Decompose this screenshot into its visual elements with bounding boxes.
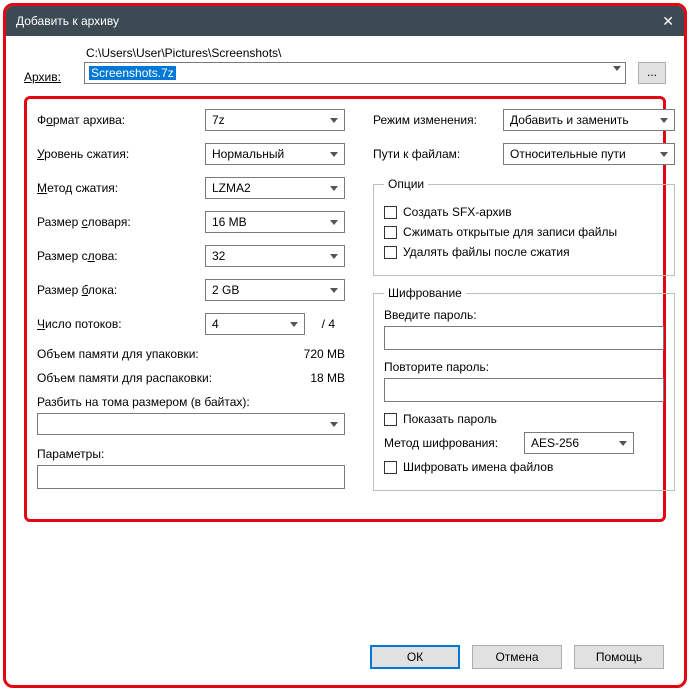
word-label: Размер слова: — [37, 249, 205, 263]
threads-max: / 4 — [311, 317, 335, 331]
format-label: Формат архива: — [37, 113, 205, 127]
delete-checkbox[interactable] — [384, 246, 397, 259]
chevron-down-icon — [330, 186, 338, 191]
options-legend: Опции — [384, 177, 428, 191]
titlebar: Добавить к архиву ✕ — [6, 6, 684, 36]
chevron-down-icon — [290, 322, 298, 327]
chevron-down-icon — [330, 288, 338, 293]
enc-names-label: Шифровать имена файлов — [403, 460, 553, 474]
threads-label: Число потоков: — [37, 317, 205, 331]
window-title: Добавить к архиву — [16, 14, 119, 28]
open-checkbox[interactable] — [384, 226, 397, 239]
archive-label: Архив: — [24, 70, 84, 84]
mem-pack-value: 720 MB — [304, 347, 345, 361]
help-button[interactable]: Помощь — [574, 645, 664, 669]
show-pw-label: Показать пароль — [403, 412, 497, 426]
encryption-fieldset: Шифрование Введите пароль: Повторите пар… — [373, 286, 675, 491]
word-select[interactable]: 32 — [205, 245, 345, 267]
open-label: Сжимать открытые для записи файлы — [403, 225, 617, 239]
params-label: Параметры: — [37, 447, 345, 461]
cancel-button[interactable]: Отмена — [472, 645, 562, 669]
ok-button[interactable]: ОК — [370, 645, 460, 669]
dict-select[interactable]: 16 MB — [205, 211, 345, 233]
chevron-down-icon — [330, 118, 338, 123]
level-label: Уровень сжатия: — [37, 147, 205, 161]
mode-select[interactable]: Добавить и заменить — [503, 109, 675, 131]
pw2-label: Повторите пароль: — [384, 360, 664, 374]
method-select[interactable]: LZMA2 — [205, 177, 345, 199]
show-pw-checkbox[interactable] — [384, 413, 397, 426]
split-label: Разбить на тома размером (в байтах): — [37, 395, 345, 409]
chevron-down-icon — [613, 66, 621, 71]
pw1-input[interactable] — [384, 326, 664, 350]
level-select[interactable]: Нормальный — [205, 143, 345, 165]
paths-label: Пути к файлам: — [373, 147, 503, 161]
block-label: Размер блока: — [37, 283, 205, 297]
split-select[interactable] — [37, 413, 345, 435]
encryption-legend: Шифрование — [384, 286, 466, 300]
footer: ОК Отмена Помощь — [6, 645, 684, 669]
format-select[interactable]: 7z — [205, 109, 345, 131]
mem-unpack-label: Объем памяти для распаковки: — [37, 371, 212, 385]
sfx-checkbox[interactable] — [384, 206, 397, 219]
close-icon[interactable]: ✕ — [662, 13, 674, 30]
mem-unpack-value: 18 MB — [310, 371, 345, 385]
chevron-down-icon — [330, 254, 338, 259]
pw2-input[interactable] — [384, 378, 664, 402]
chevron-down-icon — [330, 220, 338, 225]
chevron-down-icon — [660, 152, 668, 157]
method-label: Метод сжатия: — [37, 181, 205, 195]
enc-method-select[interactable]: AES-256 — [524, 432, 634, 454]
options-panel: Формат архива: 7z Уровень сжатия: Нормал… — [24, 96, 666, 522]
chevron-down-icon — [330, 422, 338, 427]
pw1-label: Введите пароль: — [384, 308, 664, 322]
browse-button[interactable]: ... — [638, 62, 666, 84]
delete-label: Удалять файлы после сжатия — [403, 245, 570, 259]
block-select[interactable]: 2 GB — [205, 279, 345, 301]
chevron-down-icon — [330, 152, 338, 157]
chevron-down-icon — [660, 118, 668, 123]
options-fieldset: Опции Создать SFX-архив Сжимать открытые… — [373, 177, 675, 276]
dict-label: Размер словаря: — [37, 215, 205, 229]
archive-path: C:\Users\User\Pictures\Screenshots\ — [84, 46, 626, 60]
enc-names-checkbox[interactable] — [384, 461, 397, 474]
sfx-label: Создать SFX-архив — [403, 205, 512, 219]
paths-select[interactable]: Относительные пути — [503, 143, 675, 165]
params-input[interactable] — [37, 465, 345, 489]
threads-select[interactable]: 4 — [205, 313, 305, 335]
enc-method-label: Метод шифрования: — [384, 436, 524, 450]
chevron-down-icon — [619, 441, 627, 446]
archive-filename-select[interactable]: Screenshots.7z — [84, 62, 626, 84]
mode-label: Режим изменения: — [373, 113, 503, 127]
mem-pack-label: Объем памяти для упаковки: — [37, 347, 199, 361]
